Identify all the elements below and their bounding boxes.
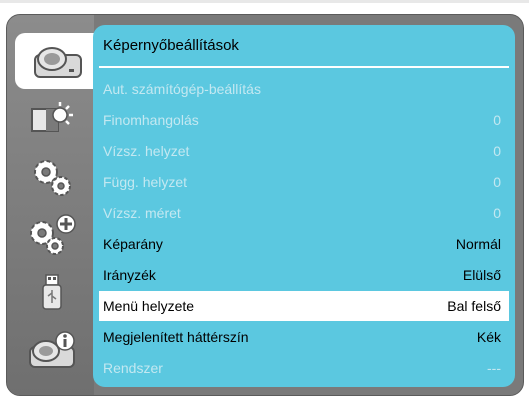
menu-item-auto-pc-adj: Aut. számítógép-beállítás — [99, 74, 509, 104]
osd-menu-panel: Képernyőbeállítások Aut. számítógép-beál… — [6, 14, 524, 396]
menu-item-menu-position[interactable]: Menü helyzete Bal felső — [99, 291, 509, 321]
menu-item-label: Finomhangolás — [103, 112, 199, 128]
menu-item-value: Bal felső — [447, 298, 501, 314]
menu-item-h-size: Vízsz. méret 0 — [99, 198, 509, 228]
projector-info-icon — [29, 331, 75, 368]
menu-item-system: Rendszer --- — [99, 353, 509, 383]
menu-item-label: Rendszer — [103, 360, 163, 376]
menu-item-value: 0 — [493, 205, 501, 221]
menu-item-label: Vízsz. méret — [103, 205, 181, 221]
sidebar — [7, 15, 99, 395]
menu-item-value: Elülső — [462, 267, 501, 283]
menu-content: Képernyőbeállítások Aut. számítógép-beál… — [93, 25, 515, 387]
gear-plus-icon — [30, 214, 76, 255]
menu-item-label: Függ. helyzet — [103, 174, 188, 190]
menu-item-label: Megjelenített háttérszín — [103, 329, 249, 345]
menu-item-label: Képarány — [103, 236, 163, 252]
menu-item-value: --- — [487, 360, 501, 376]
gear-icon — [34, 160, 71, 196]
tab-usb[interactable] — [13, 265, 91, 321]
tab-setting[interactable] — [13, 149, 91, 205]
tab-expanded-setting[interactable] — [13, 207, 91, 263]
menu-item-label: Menü helyzete — [103, 298, 195, 314]
tab-information[interactable] — [13, 323, 91, 379]
menu-item-value: Kék — [476, 329, 501, 345]
picture-brightness-icon — [31, 102, 73, 132]
menu-item-background-color[interactable]: Megjelenített háttérszín Kék — [99, 322, 509, 352]
menu-item-value: Normál — [455, 236, 501, 252]
menu-item-label: Aut. számítógép-beállítás — [103, 81, 261, 97]
menu-item-label: Irányzék — [103, 267, 156, 283]
menu-item-projection[interactable]: Irányzék Elülső — [99, 260, 509, 290]
menu-item-value: 0 — [493, 174, 501, 190]
menu-item-label: Vízsz. helyzet — [103, 143, 190, 159]
menu-frame: Képernyőbeállítások Aut. számítógép-beál… — [0, 0, 529, 400]
menu-item-h-position: Vízsz. helyzet 0 — [99, 136, 509, 166]
tab-display-settings[interactable] — [15, 33, 99, 89]
menu-item-value: 0 — [493, 112, 501, 128]
title-divider — [99, 66, 509, 68]
menu-item-fine-sync: Finomhangolás 0 — [99, 105, 509, 135]
menu-item-aspect-ratio[interactable]: Képarány Normál — [99, 229, 509, 259]
menu-item-v-position: Függ. helyzet 0 — [99, 167, 509, 197]
projector-icon — [34, 47, 82, 78]
menu-title: Képernyőbeállítások — [103, 37, 239, 54]
menu-item-value: 0 — [493, 143, 501, 159]
tab-picture[interactable] — [13, 91, 91, 147]
usb-icon — [42, 274, 62, 310]
